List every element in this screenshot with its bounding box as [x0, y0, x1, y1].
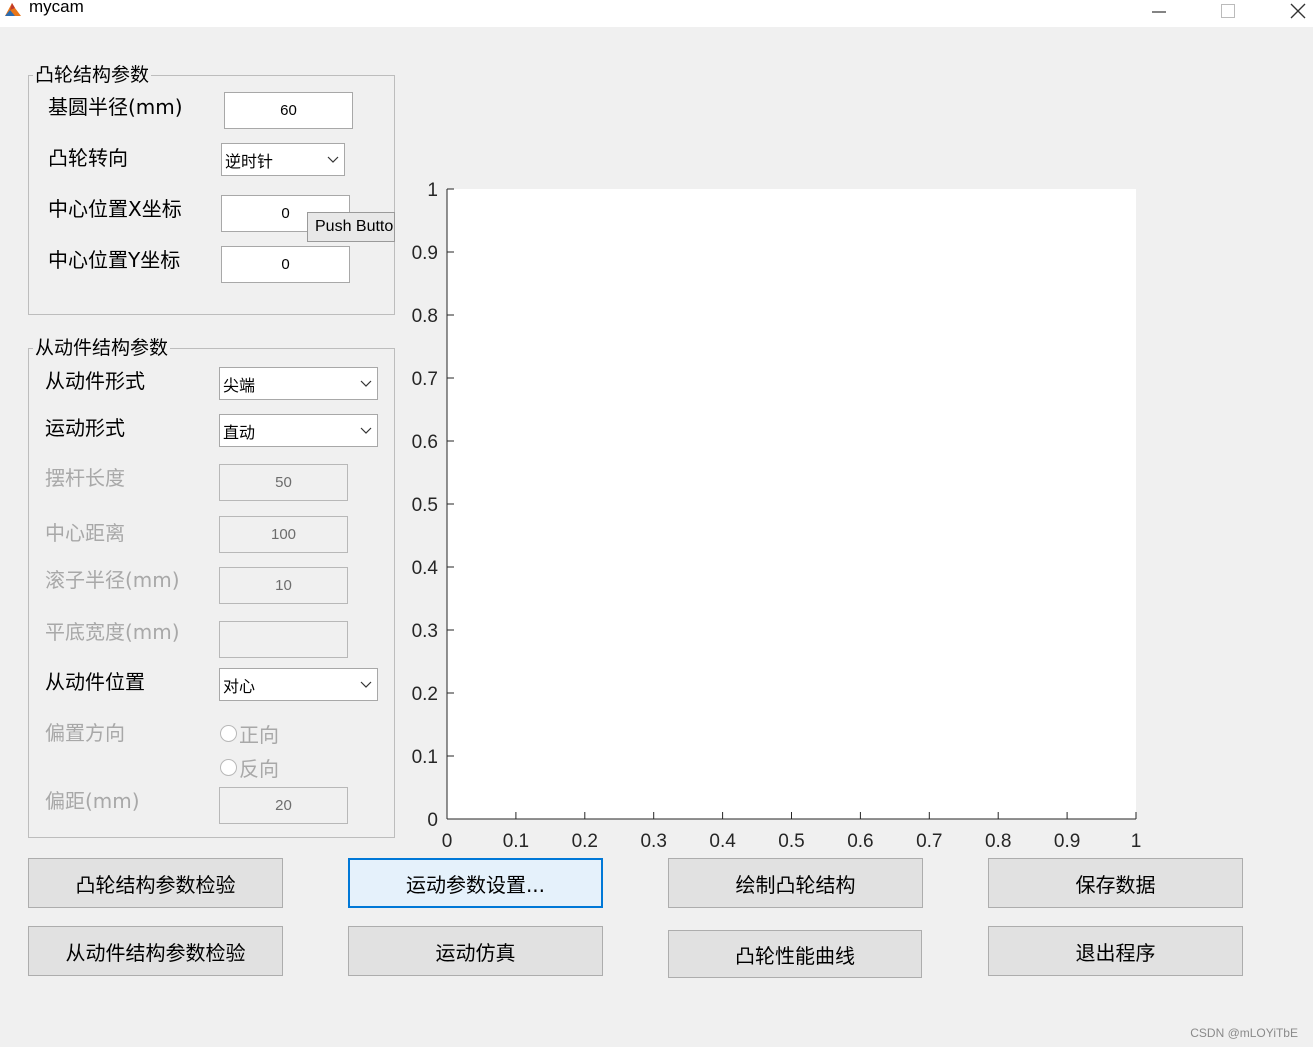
y-tick-label: 0.1 [412, 747, 438, 768]
follower-form-value: 尖端 [223, 375, 256, 395]
cam-curves-button[interactable]: 凸轮性能曲线 [668, 930, 922, 978]
x-tick-label: 0.2 [572, 831, 598, 852]
motion-form-label: 运动形式 [45, 416, 125, 440]
y-tick-label: 0.9 [412, 243, 438, 264]
follower-form-label: 从动件形式 [45, 369, 145, 393]
follower-params-title: 从动件结构参数 [33, 336, 171, 360]
window-title: mycam [29, 0, 84, 16]
x-tick-label: 1 [1131, 831, 1142, 852]
rotation-label: 凸轮转向 [48, 146, 128, 170]
push-button-tooltip: Push Button [307, 212, 395, 242]
simulate-button[interactable]: 运动仿真 [348, 926, 603, 976]
base-radius-label: 基圆半径(mm) [48, 95, 183, 119]
motion-form-value: 直动 [223, 422, 256, 442]
y-tick-label: 0.3 [412, 621, 438, 642]
chevron-down-icon [322, 156, 344, 164]
x-tick-label: 0.9 [1054, 831, 1080, 852]
draw-cam-button[interactable]: 绘制凸轮结构 [668, 858, 923, 908]
x-tick-label: 0.8 [985, 831, 1011, 852]
y-tick-label: 0.8 [412, 306, 438, 327]
matlab-icon [5, 3, 21, 16]
offset-direction-label: 偏置方向 [45, 721, 125, 745]
motion-form-select[interactable]: 直动 [219, 414, 378, 447]
rotation-select[interactable]: 逆时针 [221, 143, 345, 176]
follower-position-value: 对心 [223, 676, 256, 696]
chevron-down-icon [355, 427, 377, 435]
follower-position-label: 从动件位置 [45, 670, 145, 694]
plot-axes: 0 0.1 0.2 0.3 0.4 0.5 0.6 0.7 0.8 0.9 1 0 0.1 0.2 0.3… [412, 180, 1142, 852]
maximize-button[interactable] [1208, 0, 1248, 22]
center-y-label: 中心位置Y坐标 [48, 248, 181, 272]
check-follower-params-button[interactable]: 从动件结构参数检验 [28, 926, 283, 976]
chevron-down-icon [355, 681, 377, 689]
base-radius-input[interactable]: 60 [224, 92, 353, 129]
title-bar: mycam [0, 0, 1313, 27]
y-tick-label: 0.2 [412, 684, 438, 705]
close-button[interactable] [1278, 0, 1313, 22]
rocker-length-label: 摆杆长度 [45, 466, 125, 490]
minimize-icon [1152, 11, 1166, 13]
x-tick-label: 0.6 [847, 831, 873, 852]
close-icon [1290, 3, 1306, 19]
maximize-icon [1221, 4, 1235, 18]
x-tick-label: 0.5 [778, 831, 804, 852]
center-distance-input[interactable]: 100 [219, 516, 348, 553]
minimize-button[interactable] [1139, 0, 1179, 22]
y-tick-label: 0.7 [412, 369, 438, 390]
radio-negative[interactable]: 反向 [220, 753, 279, 782]
flat-width-input[interactable] [219, 621, 348, 658]
plot-area [447, 189, 1136, 819]
x-tick-label: 0.4 [709, 831, 736, 852]
flat-width-label: 平底宽度(mm) [45, 620, 180, 644]
x-tick-label: 0 [442, 831, 453, 852]
x-tick-label: 0.7 [916, 831, 942, 852]
chevron-down-icon [355, 380, 377, 388]
save-data-button[interactable]: 保存数据 [988, 858, 1243, 908]
y-tick-label: 0.6 [412, 432, 438, 453]
rocker-length-input[interactable]: 50 [219, 464, 348, 501]
offset-label: 偏距(mm) [45, 789, 140, 813]
cam-params-title: 凸轮结构参数 [33, 63, 152, 87]
center-distance-label: 中心距离 [45, 521, 125, 545]
y-tick-label: 0.4 [412, 558, 439, 579]
watermark: CSDN @mLOYiTbE [1190, 1026, 1298, 1040]
follower-form-select[interactable]: 尖端 [219, 367, 378, 400]
y-tick-label: 0 [427, 810, 438, 831]
center-x-label: 中心位置X坐标 [48, 197, 182, 221]
motion-settings-button[interactable]: 运动参数设置... [348, 858, 603, 908]
radio-circle [220, 759, 237, 776]
y-tick-label: 0.5 [412, 495, 438, 516]
x-tick-label: 0.3 [640, 831, 666, 852]
radio-positive-label: 正向 [239, 723, 279, 747]
rotation-select-value: 逆时针 [225, 151, 274, 171]
y-tick-label: 1 [427, 180, 438, 201]
radio-circle [220, 725, 237, 742]
roller-radius-label: 滚子半径(mm) [45, 568, 180, 592]
center-y-input[interactable]: 0 [221, 246, 350, 283]
radio-negative-label: 反向 [239, 757, 279, 781]
check-cam-params-button[interactable]: 凸轮结构参数检验 [28, 858, 283, 908]
offset-input[interactable]: 20 [219, 787, 348, 824]
exit-button[interactable]: 退出程序 [988, 926, 1243, 976]
follower-position-select[interactable]: 对心 [219, 668, 378, 701]
roller-radius-input[interactable]: 10 [219, 567, 348, 604]
x-tick-label: 0.1 [503, 831, 529, 852]
radio-positive[interactable]: 正向 [220, 719, 279, 748]
